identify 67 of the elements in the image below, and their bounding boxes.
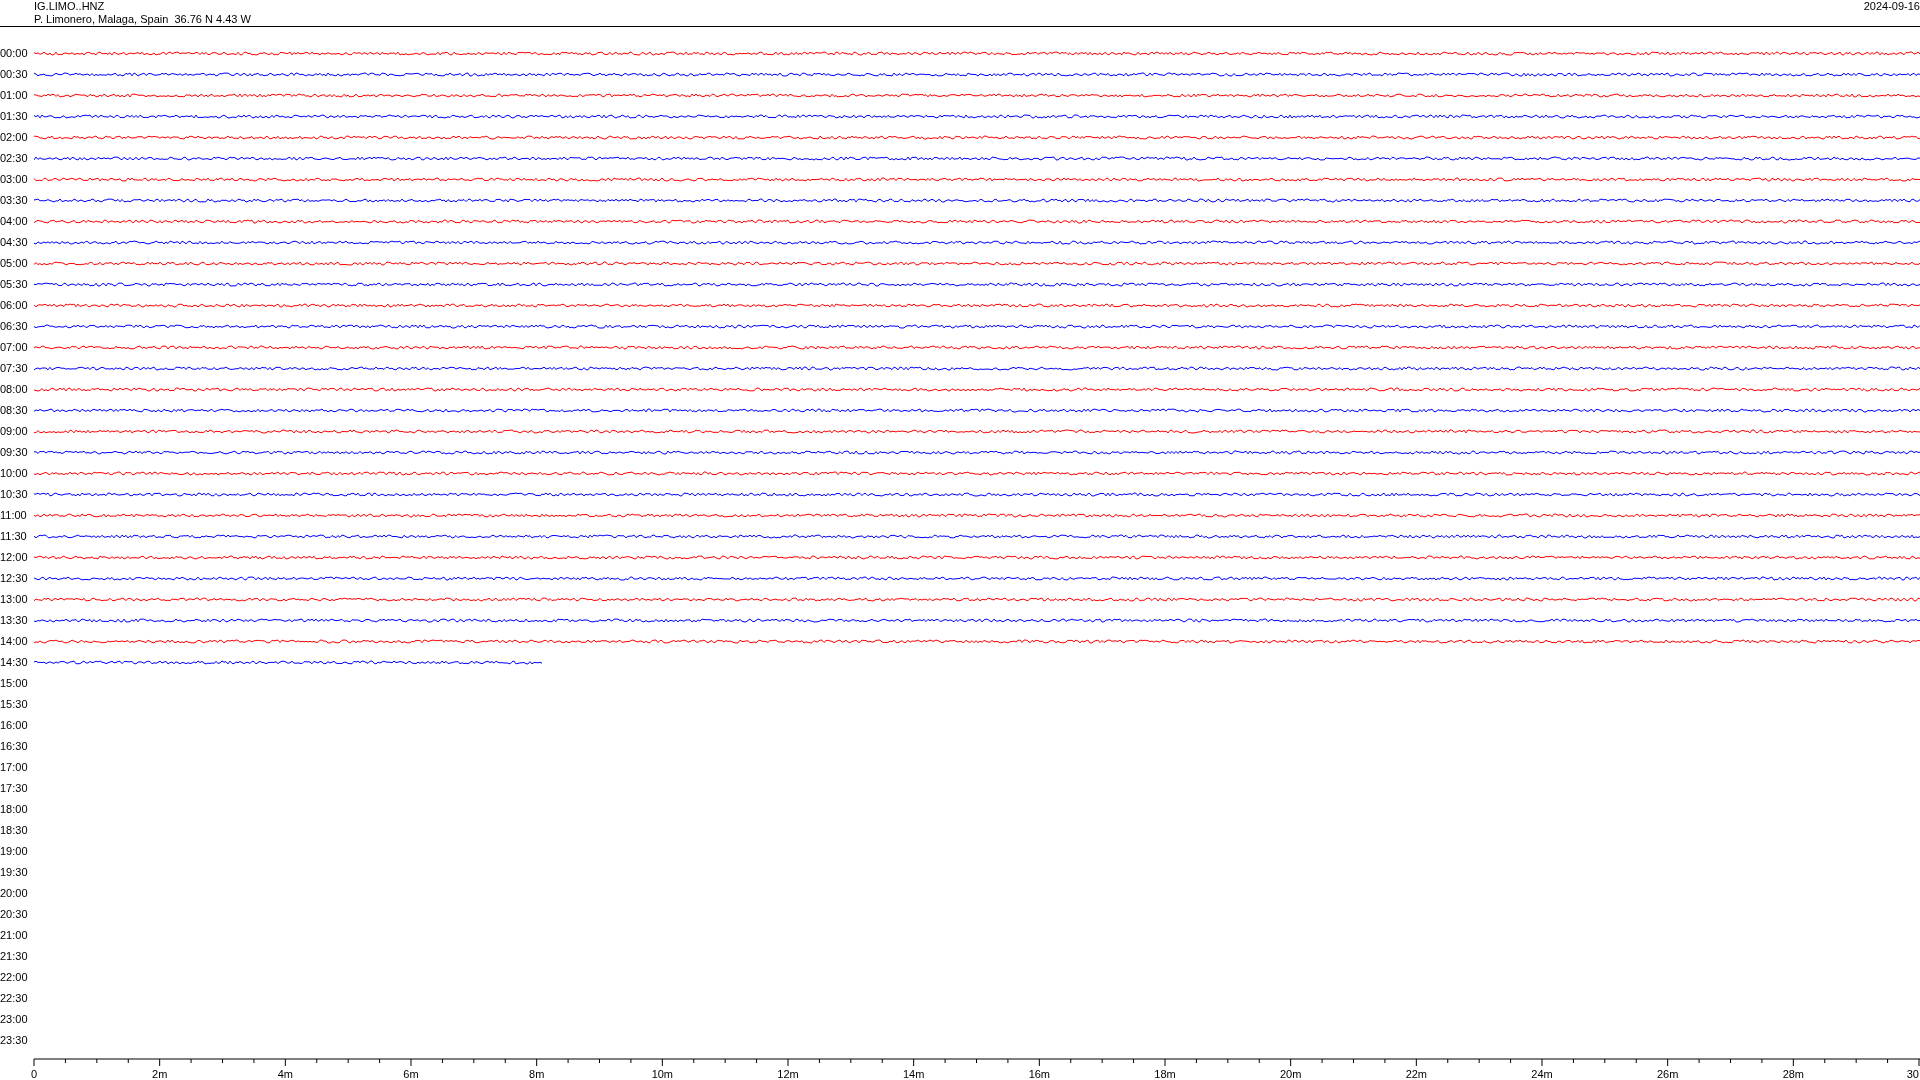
time-label: 23:30 bbox=[0, 1034, 29, 1047]
time-label: 19:30 bbox=[0, 866, 29, 879]
time-label: 06:30 bbox=[0, 320, 29, 333]
time-label: 15:30 bbox=[0, 698, 29, 711]
time-label: 12:00 bbox=[0, 551, 29, 564]
time-label: 17:30 bbox=[0, 782, 29, 795]
time-label: 10:30 bbox=[0, 488, 29, 501]
time-label: 22:30 bbox=[0, 992, 29, 1005]
axis-tick-label: 12m bbox=[777, 1068, 799, 1080]
axis-tick-label: 30 bbox=[1906, 1068, 1919, 1080]
axis-tick-label: 4m bbox=[277, 1068, 293, 1080]
time-label: 08:00 bbox=[0, 383, 29, 396]
time-label: 00:00 bbox=[0, 47, 29, 60]
time-label: 01:30 bbox=[0, 110, 29, 123]
axis-tick-label: 28m bbox=[1782, 1068, 1805, 1080]
time-label: 15:00 bbox=[0, 677, 29, 690]
time-label: 05:30 bbox=[0, 278, 29, 291]
time-label: 14:00 bbox=[0, 635, 29, 648]
time-label: 01:00 bbox=[0, 89, 29, 102]
time-label: 03:30 bbox=[0, 194, 29, 207]
time-label: 02:00 bbox=[0, 131, 29, 144]
axis-tick-label: 22m bbox=[1405, 1068, 1428, 1080]
axis-tick-label: 6m bbox=[403, 1068, 419, 1080]
time-label: 10:00 bbox=[0, 467, 29, 480]
time-label: 07:00 bbox=[0, 341, 29, 354]
date-label: 2024-09-16 bbox=[1863, 0, 1920, 14]
axis-tick-label: 20m bbox=[1279, 1068, 1302, 1080]
channel-title: IG.LIMO..HNZ bbox=[34, 0, 106, 13]
axis-tick-label: 8m bbox=[529, 1068, 545, 1080]
time-label: 21:00 bbox=[0, 929, 29, 942]
axis-tick-label: 18m bbox=[1154, 1068, 1176, 1080]
time-label: 20:30 bbox=[0, 908, 29, 921]
time-label: 20:00 bbox=[0, 887, 29, 900]
time-label: 18:30 bbox=[0, 824, 29, 837]
time-label: 04:00 bbox=[0, 215, 29, 228]
time-label: 04:30 bbox=[0, 236, 29, 249]
time-label: 11:30 bbox=[0, 530, 28, 543]
time-label: 23:00 bbox=[0, 1013, 29, 1026]
axis-tick-label: 24m bbox=[1531, 1068, 1553, 1080]
time-label: 22:00 bbox=[0, 971, 29, 984]
time-label: 09:00 bbox=[0, 425, 29, 438]
time-label: 02:30 bbox=[0, 152, 29, 165]
time-label: 09:30 bbox=[0, 446, 29, 459]
time-label: 17:00 bbox=[0, 761, 29, 774]
time-label: 12:30 bbox=[0, 572, 29, 585]
time-label: 21:30 bbox=[0, 950, 29, 963]
time-label: 18:00 bbox=[0, 803, 29, 816]
time-label: 05:00 bbox=[0, 257, 29, 270]
time-label: 08:30 bbox=[0, 404, 29, 417]
axis-tick-label: 0 bbox=[30, 1068, 38, 1080]
time-label: 13:30 bbox=[0, 614, 29, 627]
time-label: 16:30 bbox=[0, 740, 29, 753]
time-label: 00:30 bbox=[0, 68, 29, 81]
axis-tick-label: 26m bbox=[1656, 1068, 1679, 1080]
time-label: 16:00 bbox=[0, 719, 29, 732]
time-label: 14:30 bbox=[0, 656, 29, 669]
station-info: P. Limonero, Malaga, Spain 36.76 N 4.43 W bbox=[34, 13, 251, 26]
time-label: 19:00 bbox=[0, 845, 29, 858]
time-label: 07:30 bbox=[0, 362, 29, 375]
time-label: 06:00 bbox=[0, 299, 29, 312]
time-label: 11:00 bbox=[0, 509, 28, 522]
axis-tick-label: 16m bbox=[1028, 1068, 1051, 1080]
axis-tick-label: 10m bbox=[651, 1068, 674, 1080]
time-label: 13:00 bbox=[0, 593, 29, 606]
axis-tick-label: 2m bbox=[152, 1068, 168, 1080]
time-label: 03:00 bbox=[0, 173, 29, 186]
axis-tick-label: 14m bbox=[902, 1068, 925, 1080]
